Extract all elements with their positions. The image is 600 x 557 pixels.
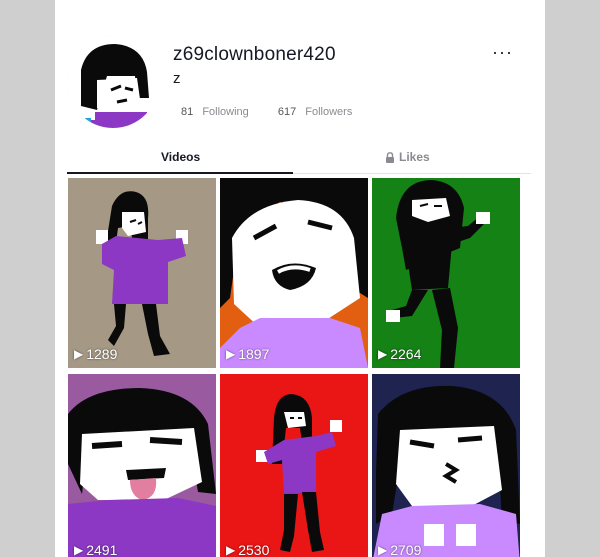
play-icon: ▶: [378, 347, 388, 361]
video-thumbnail-image: [372, 178, 520, 368]
view-count: ▶ 2264: [378, 346, 421, 362]
bio: z: [173, 70, 181, 87]
video-thumbnail-image: [220, 374, 368, 557]
view-count: ▶ 1897: [226, 346, 269, 362]
view-count: ▶ 2530: [226, 542, 269, 557]
play-icon: ▶: [226, 347, 236, 361]
lock-icon: [386, 151, 394, 163]
profile-stats: 81 Following 617 Followers: [181, 106, 378, 118]
profile-page: z69clownboner420 z 81 Following 617 Foll…: [55, 0, 545, 557]
video-thumbnail[interactable]: ▶ 2709: [372, 374, 520, 557]
play-icon: ▶: [74, 543, 84, 557]
avatar-image: [67, 36, 159, 128]
profile-tabs: Videos Likes: [67, 150, 531, 174]
following-stat[interactable]: 81 Following: [181, 106, 252, 118]
view-count-value: 2709: [390, 542, 422, 557]
avatar[interactable]: [67, 36, 159, 128]
video-thumbnail[interactable]: ▶ 2491: [68, 374, 216, 557]
play-icon: ▶: [74, 347, 84, 361]
video-grid: ▶ 1289 ▶ 1897 ▶ 2264 ▶ 2491 ▶ 2530 ▶ 270…: [68, 178, 520, 557]
video-thumbnail-image: [68, 374, 216, 557]
video-thumbnail[interactable]: ▶ 2530: [220, 374, 368, 557]
view-count-value: 1289: [86, 346, 118, 362]
view-count: ▶ 1289: [74, 346, 117, 362]
following-label: Following: [202, 106, 249, 118]
video-thumbnail[interactable]: ▶ 1897: [220, 178, 368, 368]
following-count: 81: [181, 106, 194, 118]
username: z69clownboner420: [173, 44, 336, 65]
more-options-button[interactable]: ···: [492, 42, 513, 63]
video-thumbnail[interactable]: ▶ 1289: [68, 178, 216, 368]
followers-count: 617: [277, 106, 297, 118]
play-icon: ▶: [378, 543, 388, 557]
view-count-value: 2530: [238, 542, 270, 557]
tab-likes-label: Likes: [399, 150, 430, 164]
followers-stat[interactable]: 617 Followers: [278, 106, 353, 118]
tab-videos[interactable]: Videos: [161, 150, 200, 164]
video-thumbnail-image: [372, 374, 520, 557]
view-count-value: 2491: [86, 542, 118, 557]
video-thumbnail[interactable]: ▶ 2264: [372, 178, 520, 368]
video-thumbnail-image: [220, 178, 368, 368]
tab-divider: [293, 173, 531, 174]
video-thumbnail-image: [68, 178, 216, 368]
view-count: ▶ 2709: [378, 542, 421, 557]
view-count: ▶ 2491: [74, 542, 117, 557]
view-count-value: 2264: [390, 346, 422, 362]
active-tab-indicator: [67, 172, 293, 174]
tab-likes[interactable]: Likes: [385, 150, 430, 164]
play-icon: ▶: [226, 543, 236, 557]
view-count-value: 1897: [238, 346, 270, 362]
followers-label: Followers: [305, 106, 353, 118]
